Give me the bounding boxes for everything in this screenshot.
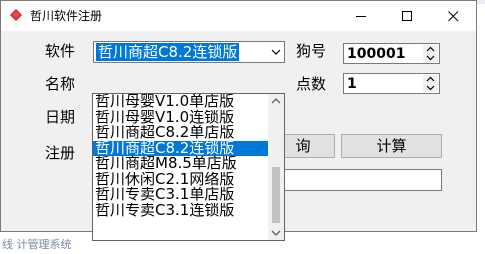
- points-label: 点数: [296, 75, 327, 93]
- name-label: 名称: [45, 75, 76, 93]
- title-bar[interactable]: 哲川软件注册: [1, 1, 476, 31]
- date-label: 日期: [45, 108, 76, 126]
- window-title: 哲川软件注册: [30, 9, 103, 23]
- chevron-up-icon: [426, 76, 435, 82]
- points-spin-up-button[interactable]: [423, 75, 438, 83]
- chevron-down-icon: [426, 55, 435, 61]
- chevron-up-icon: [271, 98, 281, 104]
- dongle-spin-down-button[interactable]: [423, 54, 438, 62]
- close-button[interactable]: [431, 1, 476, 31]
- dropdown-scrollbar[interactable]: [268, 94, 284, 240]
- dropdown-option[interactable]: 哲川母婴V1.0单店版: [93, 94, 269, 110]
- scroll-down-button[interactable]: [268, 225, 284, 240]
- maximize-button[interactable]: [385, 1, 430, 31]
- minimize-button[interactable]: [339, 1, 384, 31]
- minimize-icon: [356, 16, 366, 17]
- dropdown-option-selected[interactable]: 哲川商超C8.2连锁版: [93, 140, 269, 156]
- calculate-button[interactable]: 计算: [341, 134, 442, 158]
- register-label: 注册: [45, 144, 76, 162]
- dongle-spinner[interactable]: [423, 45, 438, 62]
- dongle-number-input[interactable]: 100001: [343, 43, 440, 64]
- chevron-up-icon: [426, 46, 435, 52]
- dropdown-option[interactable]: 哲川专卖C3.1单店版: [93, 187, 269, 203]
- dongle-number-value: 100001: [347, 46, 406, 62]
- software-dropdown-list[interactable]: 哲川母婴V1.0单店版 哲川母婴V1.0连锁版 哲川商超C8.2单店版 哲川商超…: [92, 93, 285, 241]
- dropdown-option[interactable]: 哲川商超M8.5单店版: [93, 156, 269, 172]
- red-diamond-icon: [10, 9, 22, 21]
- points-spinner[interactable]: [423, 75, 438, 92]
- chevron-down-icon: [271, 49, 281, 55]
- software-selected-value: 哲川商超C8.2连锁版: [96, 43, 240, 61]
- chevron-down-icon: [426, 85, 435, 91]
- dropdown-option[interactable]: 哲川母婴V1.0连锁版: [93, 110, 269, 126]
- chevron-down-icon: [271, 230, 281, 236]
- register-code-field[interactable]: [271, 169, 442, 191]
- maximize-icon: [402, 11, 412, 21]
- scroll-thumb[interactable]: [272, 167, 280, 223]
- points-spin-down-button[interactable]: [423, 84, 438, 92]
- software-combobox[interactable]: 哲川商超C8.2连锁版: [93, 41, 285, 63]
- close-icon: [448, 11, 459, 22]
- scroll-up-button[interactable]: [268, 94, 284, 109]
- points-value: 1: [347, 76, 357, 92]
- software-label: 软件: [45, 42, 76, 60]
- dropdown-options: 哲川母婴V1.0单店版 哲川母婴V1.0连锁版 哲川商超C8.2单店版 哲川商超…: [93, 94, 269, 240]
- dropdown-option[interactable]: 哲川专卖C3.1连锁版: [93, 203, 269, 219]
- dropdown-option[interactable]: 哲川休闲C2.1网络版: [93, 172, 269, 188]
- dropdown-option[interactable]: 哲川商超C8.2单店版: [93, 125, 269, 141]
- points-input[interactable]: 1: [343, 73, 440, 94]
- dongle-spin-up-button[interactable]: [423, 45, 438, 53]
- dongle-label: 狗号: [296, 42, 327, 60]
